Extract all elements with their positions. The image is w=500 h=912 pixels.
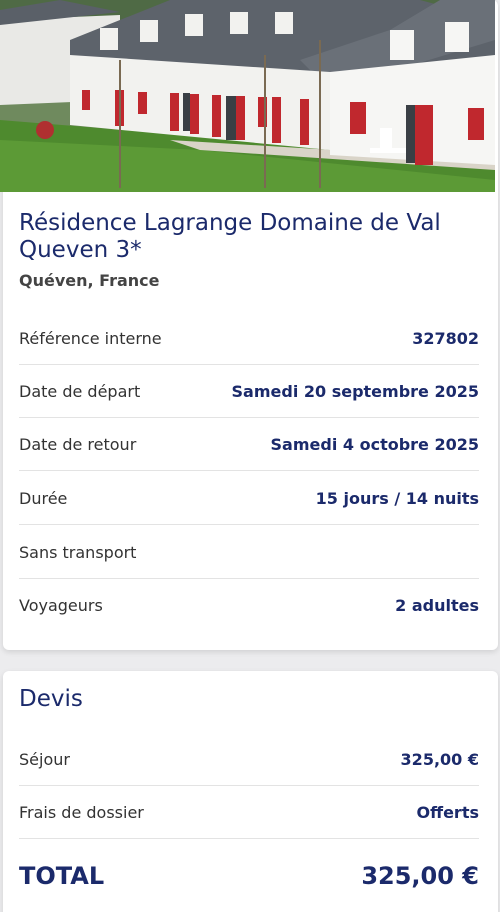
info-label: Référence interne <box>19 328 162 348</box>
info-row-transport: Sans transport <box>19 526 479 579</box>
info-label: Durée <box>19 488 68 508</box>
info-label: Date de retour <box>19 434 137 454</box>
devis-title: Devis <box>19 686 83 712</box>
devis-label: Séjour <box>19 749 70 769</box>
info-label: Sans transport <box>19 542 137 562</box>
info-value: 2 adultes <box>395 596 479 615</box>
total-label: TOTAL <box>19 862 105 890</box>
info-value: 15 jours / 14 nuits <box>315 488 479 508</box>
devis-value: 325,00 € <box>400 749 479 769</box>
info-value: 327802 <box>412 328 479 348</box>
info-value: Samedi 20 septembre 2025 <box>231 381 479 401</box>
info-label: Date de départ <box>19 381 141 401</box>
devis-row-fees: Frais de dossier Offerts <box>19 786 479 839</box>
devis-row-sejour: Séjour 325,00 € <box>19 733 479 786</box>
info-row-reference: Référence interne 327802 <box>19 312 479 365</box>
info-row-departure: Date de départ Samedi 20 septembre 2025 <box>19 365 479 418</box>
residence-title: Résidence Lagrange Domaine de Val Queven… <box>19 210 441 263</box>
devis-label: Frais de dossier <box>19 802 144 822</box>
info-label: Voyageurs <box>19 596 103 615</box>
info-row-travelers: Voyageurs 2 adultes <box>19 579 479 632</box>
info-value: Samedi 4 octobre 2025 <box>270 434 479 454</box>
residence-location: Quéven, France <box>19 271 160 290</box>
info-row-return: Date de retour Samedi 4 octobre 2025 <box>19 418 479 471</box>
devis-value: Offerts <box>416 802 479 822</box>
info-row-duration: Durée 15 jours / 14 nuits <box>19 472 479 525</box>
total-value: 325,00 € <box>361 862 479 890</box>
residence-photo <box>0 0 495 192</box>
